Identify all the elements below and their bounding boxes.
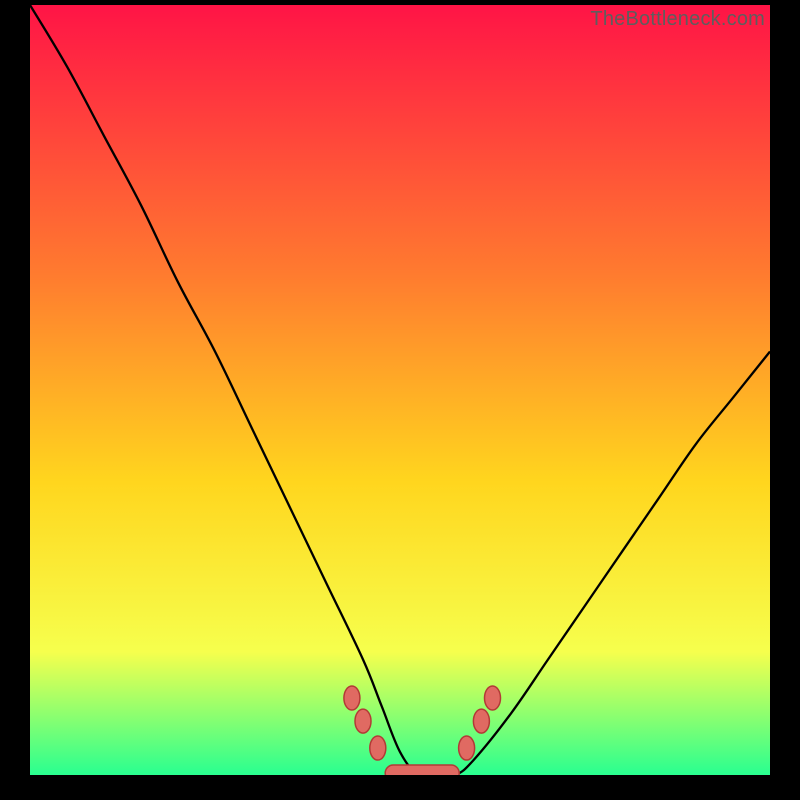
marker-dot bbox=[459, 736, 475, 760]
marker-dot bbox=[485, 686, 501, 710]
chart-background bbox=[30, 5, 770, 775]
marker-dot bbox=[473, 709, 489, 733]
chart-plot-area: TheBottleneck.com bbox=[30, 5, 770, 775]
marker-dot bbox=[355, 709, 371, 733]
marker-bar bbox=[385, 765, 459, 775]
chart-frame: TheBottleneck.com bbox=[0, 0, 800, 800]
marker-dot bbox=[344, 686, 360, 710]
attribution-label: TheBottleneck.com bbox=[590, 8, 765, 31]
marker-dot bbox=[370, 736, 386, 760]
chart-svg bbox=[30, 5, 770, 775]
